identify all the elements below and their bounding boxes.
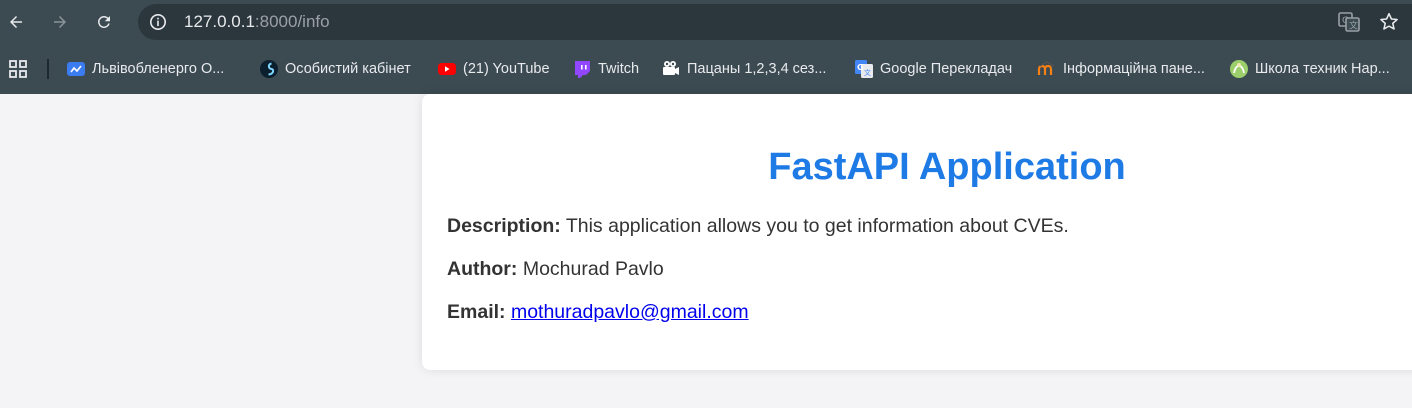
bookmarks-bar: Львівобленерго О... Особистий кабінет (2… [0, 50, 1412, 88]
bookmark-label: Особистий кабінет [285, 61, 411, 77]
site-info-icon[interactable] [148, 12, 168, 32]
browser-toolbar: 127.0.0.1:8000/info G文 [0, 0, 1412, 44]
bookmark-twitch[interactable]: Twitch [572, 56, 639, 82]
arrow-right-icon [54, 16, 66, 28]
author-label: Author: [447, 258, 518, 280]
bookmark-label: Twitch [598, 61, 640, 77]
school-icon [1229, 59, 1249, 79]
email-line: Email: mothuradpavlo@gmail.com [447, 301, 749, 324]
bookmark-label: (21) YouTube [463, 61, 550, 77]
svg-text:文: 文 [864, 68, 871, 77]
forward-button[interactable] [44, 6, 76, 38]
author-line: Author: Mochurad Pavlo [447, 258, 664, 281]
bookmark-youtube[interactable]: (21) YouTube [437, 56, 550, 82]
youtube-icon [437, 59, 457, 79]
browser-chrome: 127.0.0.1:8000/info G文 Львівобленерго О.… [0, 0, 1412, 94]
twitch-icon [572, 59, 592, 79]
reload-icon [97, 15, 110, 28]
bookmark-label: Google Перекладач [880, 61, 1013, 77]
arrow-left-icon [10, 16, 22, 28]
url-path: :8000/info [254, 12, 330, 31]
info-card: FastAPI Application Description: This ap… [422, 94, 1412, 370]
description-line: Description: This application allows you… [447, 215, 1069, 238]
svg-text:G: G [857, 63, 864, 72]
bookmark-patsany[interactable]: Пацаны 1,2,3,4 сез... [661, 56, 826, 82]
back-button[interactable] [0, 6, 32, 38]
moodle-icon [1037, 59, 1057, 79]
film-camera-icon [661, 59, 681, 79]
url-host: 127.0.0.1 [184, 12, 255, 31]
url-text[interactable]: 127.0.0.1:8000/info [184, 12, 330, 32]
page-title: FastAPI Application [768, 146, 1126, 188]
author-value: Mochurad Pavlo [522, 258, 664, 280]
bookmark-lvivoblenergo[interactable]: Львівобленерго О... [66, 56, 224, 82]
description-value: This application allows you to get infor… [565, 215, 1069, 237]
bookmark-label: Інформаційна пане... [1063, 61, 1205, 77]
bookmark-label: Школа техник Нар... [1255, 61, 1390, 77]
sign-icon [259, 59, 279, 79]
bookmarks-divider [47, 59, 49, 79]
bookmark-star-icon[interactable] [1378, 11, 1400, 33]
description-label: Description: [447, 215, 561, 237]
google-translate-icon: G文 [854, 59, 874, 79]
bookmark-info-panel[interactable]: Інформаційна пане... [1037, 56, 1205, 82]
email-link[interactable]: mothuradpavlo@gmail.com [511, 301, 749, 323]
lvivoblenergo-icon [66, 59, 86, 79]
bookmark-label: Львівобленерго О... [92, 61, 225, 77]
bookmark-personal-cabinet[interactable]: Особистий кабінет [259, 56, 411, 82]
reload-button[interactable] [88, 6, 120, 38]
email-label: Email: [447, 301, 506, 323]
bookmark-google-translate[interactable]: G文 Google Перекладач [854, 56, 1012, 82]
apps-grid-icon[interactable] [8, 59, 28, 79]
translate-page-icon[interactable]: G文 [1338, 11, 1360, 33]
bookmark-label: Пацаны 1,2,3,4 сез... [687, 61, 827, 77]
svg-text:文: 文 [1349, 20, 1358, 32]
bookmark-school[interactable]: Школа техник Нар... [1229, 56, 1390, 82]
